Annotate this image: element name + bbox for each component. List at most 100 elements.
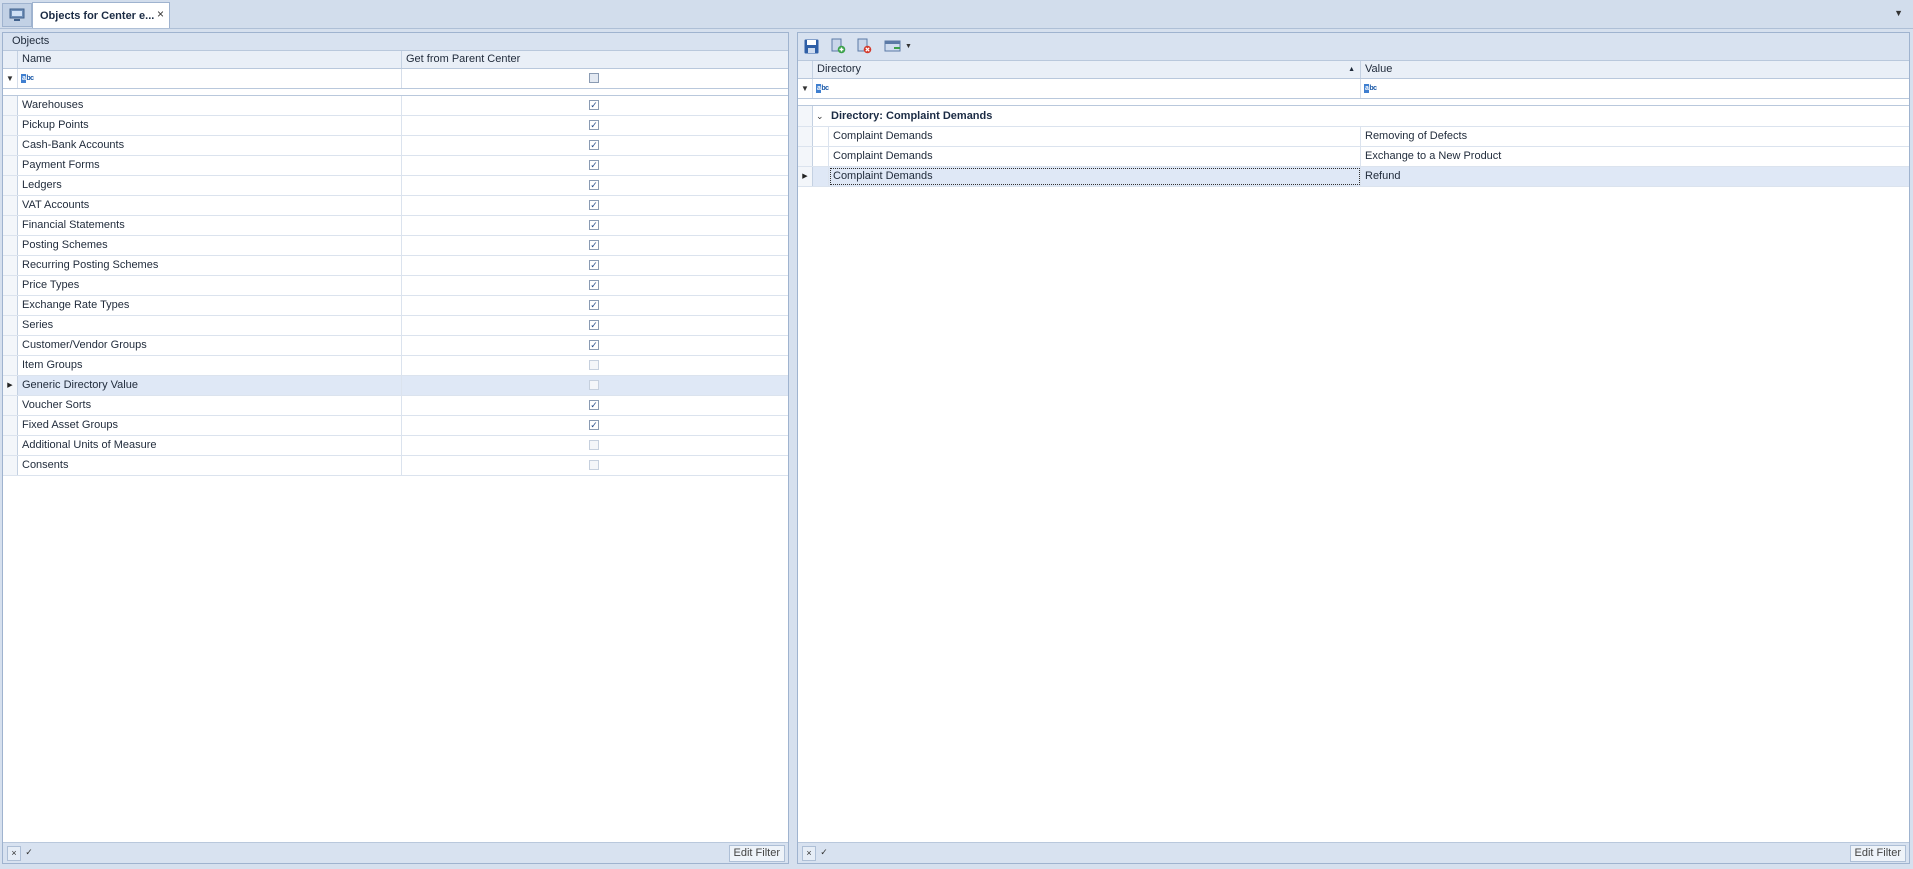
- row-indicator[interactable]: [798, 127, 813, 146]
- checkbox-checked[interactable]: ✓: [589, 200, 599, 210]
- checkbox-checked[interactable]: ✓: [589, 280, 599, 290]
- get-from-parent-cell[interactable]: ✓: [402, 96, 788, 115]
- object-name-cell[interactable]: Generic Directory Value: [18, 376, 402, 395]
- checkbox-checked[interactable]: ✓: [589, 320, 599, 330]
- current-row-icon[interactable]: ▶: [798, 167, 813, 186]
- checkbox-checked[interactable]: ✓: [589, 120, 599, 130]
- row-indicator[interactable]: [3, 116, 18, 135]
- object-name-cell[interactable]: Consents: [18, 456, 402, 475]
- object-name-cell[interactable]: Series: [18, 316, 402, 335]
- table-row[interactable]: Recurring Posting Schemes ✓: [3, 256, 788, 276]
- table-row[interactable]: Series ✓: [3, 316, 788, 336]
- object-name-cell[interactable]: Exchange Rate Types: [18, 296, 402, 315]
- table-row[interactable]: Item Groups: [3, 356, 788, 376]
- object-name-cell[interactable]: Item Groups: [18, 356, 402, 375]
- row-indicator[interactable]: [3, 276, 18, 295]
- collapse-icon[interactable]: ⌄: [816, 106, 824, 126]
- column-header-name[interactable]: Name: [18, 51, 402, 68]
- checkbox-unchecked[interactable]: [589, 360, 599, 370]
- column-header-get-from-parent[interactable]: Get from Parent Center: [402, 51, 788, 68]
- checkbox-checked[interactable]: ✓: [589, 140, 599, 150]
- get-from-parent-cell[interactable]: ✓: [402, 316, 788, 335]
- object-name-cell[interactable]: Cash-Bank Accounts: [18, 136, 402, 155]
- table-row[interactable]: Price Types ✓: [3, 276, 788, 296]
- table-row[interactable]: Financial Statements ✓: [3, 216, 788, 236]
- row-indicator[interactable]: [3, 256, 18, 275]
- group-row[interactable]: ⌄ Directory: Complaint Demands: [798, 106, 1909, 127]
- object-name-cell[interactable]: VAT Accounts: [18, 196, 402, 215]
- checkbox-checked[interactable]: ✓: [589, 240, 599, 250]
- table-row[interactable]: Customer/Vendor Groups ✓: [3, 336, 788, 356]
- object-name-cell[interactable]: Recurring Posting Schemes: [18, 256, 402, 275]
- get-from-parent-cell[interactable]: ✓: [402, 416, 788, 435]
- row-indicator[interactable]: [3, 136, 18, 155]
- table-row[interactable]: Complaint Demands Exchange to a New Produ…: [798, 147, 1909, 167]
- row-indicator[interactable]: [3, 96, 18, 115]
- table-row[interactable]: Exchange Rate Types ✓: [3, 296, 788, 316]
- object-name-cell[interactable]: Posting Schemes: [18, 236, 402, 255]
- table-row[interactable]: Pickup Points ✓: [3, 116, 788, 136]
- checkbox-unchecked[interactable]: [589, 440, 599, 450]
- get-from-parent-cell[interactable]: [402, 356, 788, 375]
- get-from-parent-cell[interactable]: ✓: [402, 196, 788, 215]
- object-name-cell[interactable]: Pickup Points: [18, 116, 402, 135]
- get-from-parent-cell[interactable]: ✓: [402, 216, 788, 235]
- get-from-parent-cell[interactable]: [402, 376, 788, 395]
- get-from-parent-filter-cell[interactable]: [402, 69, 788, 88]
- object-name-cell[interactable]: Fixed Asset Groups: [18, 416, 402, 435]
- checkbox-checked[interactable]: ✓: [589, 420, 599, 430]
- row-indicator[interactable]: [3, 336, 18, 355]
- directory-filter-cell[interactable]: abc: [813, 79, 1361, 98]
- table-row[interactable]: Additional Units of Measure: [3, 436, 788, 456]
- row-indicator[interactable]: [3, 356, 18, 375]
- row-indicator[interactable]: [3, 236, 18, 255]
- checkbox-filter[interactable]: [589, 73, 599, 83]
- object-name-cell[interactable]: Financial Statements: [18, 216, 402, 235]
- current-row-icon[interactable]: ▶: [3, 376, 18, 395]
- row-indicator[interactable]: [3, 216, 18, 235]
- get-from-parent-cell[interactable]: ✓: [402, 236, 788, 255]
- app-menu-icon[interactable]: [2, 3, 32, 27]
- get-from-parent-cell[interactable]: ✓: [402, 276, 788, 295]
- export-dropdown-icon[interactable]: ▼: [904, 38, 913, 54]
- get-from-parent-cell[interactable]: ✓: [402, 296, 788, 315]
- table-row[interactable]: Warehouses ✓: [3, 96, 788, 116]
- table-row[interactable]: Complaint Demands Removing of Defects: [798, 127, 1909, 147]
- tab-objects-for-center[interactable]: Objects for Center e... ×: [32, 2, 170, 28]
- clear-filter-icon[interactable]: ×: [802, 846, 816, 861]
- object-name-cell[interactable]: Warehouses: [18, 96, 402, 115]
- directory-cell[interactable]: Complaint Demands: [829, 127, 1361, 146]
- row-indicator[interactable]: [3, 456, 18, 475]
- checkbox-checked[interactable]: ✓: [589, 340, 599, 350]
- edit-filter-button[interactable]: Edit Filter: [728, 845, 785, 862]
- object-name-cell[interactable]: Price Types: [18, 276, 402, 295]
- checkbox-checked[interactable]: ✓: [589, 400, 599, 410]
- table-row[interactable]: Voucher Sorts ✓: [3, 396, 788, 416]
- table-row[interactable]: Payment Forms ✓: [3, 156, 788, 176]
- apply-filter-icon[interactable]: ✓: [818, 846, 830, 859]
- value-cell[interactable]: Removing of Defects: [1361, 127, 1909, 146]
- value-cell[interactable]: Exchange to a New Product: [1361, 147, 1909, 166]
- table-row[interactable]: ▶ Generic Directory Value: [3, 376, 788, 396]
- clear-filter-icon[interactable]: ×: [7, 846, 21, 861]
- object-name-cell[interactable]: Payment Forms: [18, 156, 402, 175]
- get-from-parent-cell[interactable]: ✓: [402, 396, 788, 415]
- apply-filter-icon[interactable]: ✓: [23, 846, 35, 859]
- add-value-icon[interactable]: [829, 38, 846, 54]
- checkbox-checked[interactable]: ✓: [589, 100, 599, 110]
- checkbox-unchecked[interactable]: [589, 380, 599, 390]
- value-filter-cell[interactable]: abc: [1361, 79, 1909, 98]
- table-row[interactable]: ▶ Complaint Demands Refund: [798, 167, 1909, 187]
- get-from-parent-cell[interactable]: ✓: [402, 256, 788, 275]
- directory-cell[interactable]: Complaint Demands: [829, 167, 1361, 186]
- object-name-cell[interactable]: Ledgers: [18, 176, 402, 195]
- row-indicator[interactable]: [798, 147, 813, 166]
- checkbox-checked[interactable]: ✓: [589, 300, 599, 310]
- checkbox-checked[interactable]: ✓: [589, 160, 599, 170]
- table-row[interactable]: Ledgers ✓: [3, 176, 788, 196]
- get-from-parent-cell[interactable]: ✓: [402, 116, 788, 135]
- close-icon[interactable]: ×: [157, 7, 164, 21]
- table-row[interactable]: Fixed Asset Groups ✓: [3, 416, 788, 436]
- row-indicator[interactable]: [3, 416, 18, 435]
- get-from-parent-cell[interactable]: ✓: [402, 336, 788, 355]
